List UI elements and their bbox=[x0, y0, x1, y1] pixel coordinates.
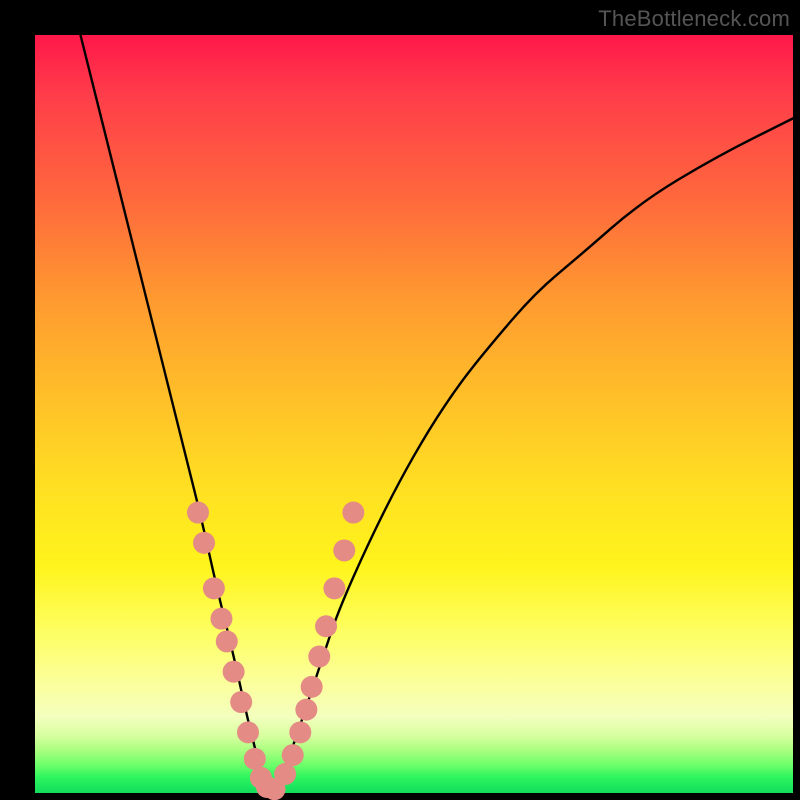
watermark-text: TheBottleneck.com bbox=[598, 6, 790, 32]
highlight-dot bbox=[315, 615, 337, 637]
chart-svg bbox=[35, 35, 793, 793]
highlight-dot bbox=[308, 646, 330, 668]
highlight-dot bbox=[237, 721, 259, 743]
highlight-dot bbox=[203, 577, 225, 599]
highlight-dot bbox=[282, 744, 304, 766]
highlight-dot bbox=[295, 699, 317, 721]
highlight-dot bbox=[193, 532, 215, 554]
highlight-dot bbox=[342, 502, 364, 524]
highlight-dot bbox=[216, 630, 238, 652]
highlight-dot bbox=[274, 763, 296, 785]
highlight-dot bbox=[289, 721, 311, 743]
chart-frame: TheBottleneck.com bbox=[0, 0, 800, 800]
highlight-dot bbox=[187, 502, 209, 524]
curve-line bbox=[80, 35, 793, 790]
highlight-dot bbox=[323, 577, 345, 599]
plot-area bbox=[35, 35, 793, 793]
highlight-dot bbox=[223, 661, 245, 683]
highlight-dot bbox=[210, 608, 232, 630]
highlight-dots bbox=[187, 502, 364, 800]
highlight-dot bbox=[333, 539, 355, 561]
highlight-dot bbox=[301, 676, 323, 698]
highlight-dot bbox=[230, 691, 252, 713]
highlight-dot bbox=[244, 748, 266, 770]
